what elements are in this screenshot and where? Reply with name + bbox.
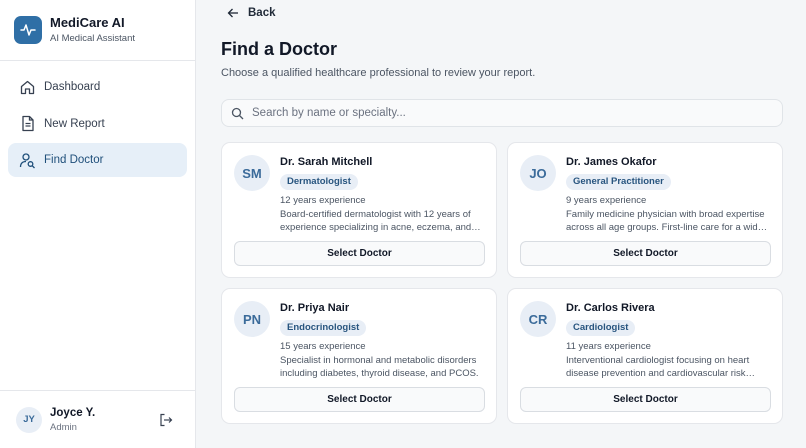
brand-title: MediCare AI	[50, 14, 125, 30]
user-search-icon	[18, 151, 36, 169]
sidebar-item-label: New Report	[44, 117, 105, 130]
sidebar-item-label: Find Doctor	[44, 154, 104, 166]
search-bar	[221, 99, 783, 127]
doctor-name: Dr. Priya Nair	[280, 302, 350, 314]
back-label: Back	[248, 7, 276, 19]
search-input[interactable]	[252, 107, 772, 119]
page-title: Find a Doctor	[221, 39, 337, 59]
heartbeat-logo-icon	[14, 16, 42, 44]
main-content: Back Find a Doctor Choose a qualified he…	[197, 0, 806, 448]
doctor-bio: Family medicine physician with broad exp…	[566, 209, 765, 233]
doctor-card: JO Dr. James Okafor General Practitioner…	[507, 142, 783, 278]
page-subtitle: Choose a qualified healthcare profession…	[221, 67, 536, 79]
doctor-card: SM Dr. Sarah Mitchell Dermatologist 12 y…	[221, 142, 497, 278]
select-doctor-button[interactable]: Select Doctor	[520, 241, 771, 266]
home-icon	[18, 78, 36, 96]
user-role: Admin	[50, 421, 77, 433]
sidebar-item-find-doctor[interactable]: Find Doctor	[8, 143, 187, 177]
doctor-experience: 12 years experience	[280, 195, 366, 206]
doctor-experience: 15 years experience	[280, 341, 366, 352]
brand-subtitle: AI Medical Assistant	[50, 32, 136, 44]
doctor-bio: Specialist in hormonal and metabolic dis…	[280, 355, 479, 379]
doctor-experience: 9 years experience	[566, 195, 647, 206]
doctor-card: PN Dr. Priya Nair Endocrinologist 15 yea…	[221, 288, 497, 424]
logout-icon[interactable]	[158, 412, 174, 428]
doctor-name: Dr. James Okafor	[566, 156, 657, 168]
doctor-name: Dr. Sarah Mitchell	[280, 156, 373, 168]
specialty-badge: General Practitioner	[566, 174, 671, 190]
user-profile: JY Joyce Y. Admin	[0, 390, 196, 448]
specialty-badge: Cardiologist	[566, 320, 636, 336]
select-doctor-button[interactable]: Select Doctor	[520, 387, 771, 412]
sidebar-item-dashboard[interactable]: Dashboard	[8, 70, 187, 104]
sidebar: MediCare AI AI Medical Assistant Dashboa…	[0, 0, 196, 448]
sidebar-item-new-report[interactable]: New Report	[8, 107, 187, 141]
arrow-left-icon	[227, 8, 238, 18]
sidebar-nav: Dashboard New Report Find Doctor	[0, 61, 195, 177]
doctor-avatar: PN	[234, 301, 270, 337]
specialty-badge: Dermatologist	[280, 174, 358, 190]
select-doctor-button[interactable]: Select Doctor	[234, 241, 485, 266]
doctor-name: Dr. Carlos Rivera	[566, 302, 655, 314]
specialty-badge: Endocrinologist	[280, 320, 367, 336]
doctor-avatar: SM	[234, 155, 270, 191]
back-button[interactable]: Back	[227, 5, 276, 21]
doctor-avatar: CR	[520, 301, 556, 337]
sidebar-item-label: Dashboard	[44, 81, 101, 93]
brand: MediCare AI AI Medical Assistant	[0, 0, 195, 61]
search-icon	[231, 107, 244, 119]
doctor-experience: 11 years experience	[566, 341, 651, 352]
avatar: JY	[16, 406, 42, 433]
doctor-bio: Interventional cardiologist focusing on …	[566, 355, 750, 379]
doctor-avatar: JO	[520, 155, 556, 191]
doctor-bio: Board-certified dermatologist with 12 ye…	[280, 209, 472, 233]
document-icon	[18, 115, 36, 133]
select-doctor-button[interactable]: Select Doctor	[234, 387, 485, 412]
user-name: Joyce Y.	[50, 406, 96, 419]
doctor-card: CR Dr. Carlos Rivera Cardiologist 11 yea…	[507, 288, 783, 424]
